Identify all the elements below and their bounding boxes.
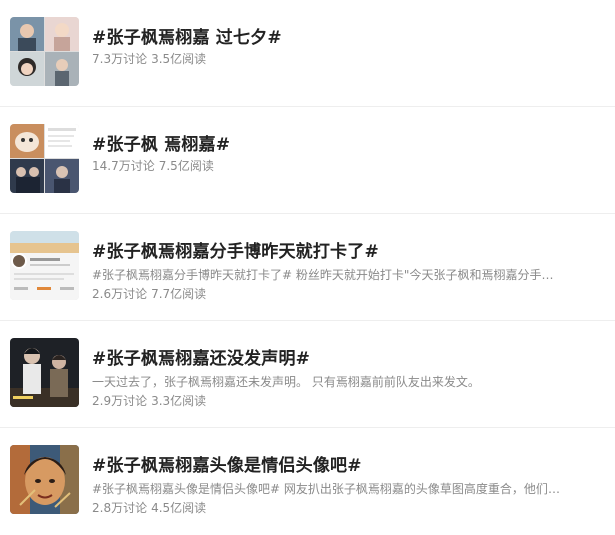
topic-stats: 2.8万讨论 4.5亿阅读 — [92, 499, 206, 516]
profile-page-icon[interactable] — [10, 231, 79, 300]
topic-item[interactable]: #张子枫焉栩嘉分手博昨天就打卡了# #张子枫焉栩嘉分手博昨天就打卡了# 粉丝昨天… — [0, 214, 615, 321]
topic-item[interactable]: #张子枫焉栩嘉头像是情侣头像吧# #张子枫焉栩嘉头像是情侣头像吧# 网友扒出张子… — [0, 428, 615, 535]
topic-title[interactable]: #张子枫焉栩嘉 过七夕# — [92, 23, 282, 48]
discussion-count: 2.8万讨论 — [92, 501, 148, 515]
read-count: 3.3亿阅读 — [151, 394, 207, 408]
topic-stats: 2.6万讨论 7.7亿阅读 — [92, 285, 206, 302]
discussion-count: 14.7万讨论 — [92, 159, 155, 173]
topic-item[interactable]: #张子枫 焉栩嘉# 14.7万讨论 7.5亿阅读 — [0, 107, 615, 214]
stage-photo-icon[interactable] — [10, 338, 79, 407]
topic-title[interactable]: #张子枫焉栩嘉头像是情侣头像吧# — [92, 451, 362, 476]
collage-screenshot-icon[interactable] — [10, 124, 79, 193]
topic-item[interactable]: #张子枫焉栩嘉还没发声明# 一天过去了，张子枫焉栩嘉还未发声明。 只有焉栩嘉前前… — [0, 321, 615, 428]
topic-item[interactable]: #张子枫焉栩嘉 过七夕# 7.3万讨论 3.5亿阅读 — [0, 0, 615, 107]
read-count: 7.5亿阅读 — [158, 159, 214, 173]
topic-title[interactable]: #张子枫焉栩嘉还没发声明# — [92, 344, 310, 369]
collage-photos-icon[interactable] — [10, 17, 79, 86]
read-count: 7.7亿阅读 — [151, 287, 207, 301]
topic-title[interactable]: #张子枫焉栩嘉分手博昨天就打卡了# — [92, 237, 379, 262]
topic-title[interactable]: #张子枫 焉栩嘉# — [92, 130, 230, 155]
read-count: 4.5亿阅读 — [151, 501, 207, 515]
discussion-count: 7.3万讨论 — [92, 52, 148, 66]
discussion-count: 2.6万讨论 — [92, 287, 148, 301]
topic-description: #张子枫焉栩嘉头像是情侣头像吧# 网友扒出张子枫焉栩嘉的头像草图高度重合，他们的… — [92, 482, 562, 496]
topic-stats: 2.9万讨论 3.3亿阅读 — [92, 392, 206, 409]
read-count: 3.5亿阅读 — [151, 52, 207, 66]
topic-description: #张子枫焉栩嘉分手博昨天就打卡了# 粉丝昨天就开始打卡"今天张子枫和焉栩嘉分手了… — [92, 268, 562, 282]
discussion-count: 2.9万讨论 — [92, 394, 148, 408]
topic-description: 一天过去了，张子枫焉栩嘉还未发声明。 只有焉栩嘉前前队友出来发文。 — [92, 375, 480, 389]
topic-stats: 14.7万讨论 7.5亿阅读 — [92, 157, 214, 174]
topic-list: #张子枫焉栩嘉 过七夕# 7.3万讨论 3.5亿阅读 #张子枫 焉栩嘉# 14.… — [0, 0, 615, 524]
painting-avatar-icon[interactable] — [10, 445, 79, 514]
topic-stats: 7.3万讨论 3.5亿阅读 — [92, 50, 206, 67]
